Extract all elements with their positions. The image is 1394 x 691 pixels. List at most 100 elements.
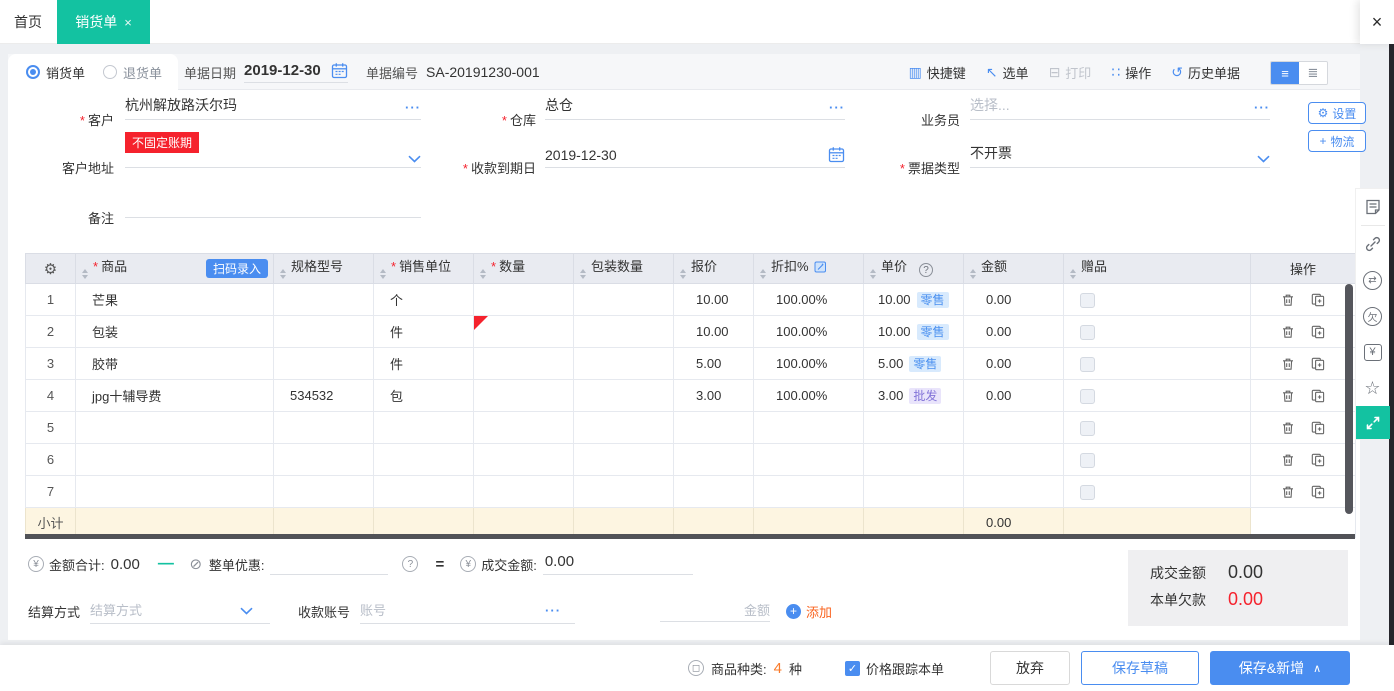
copy-row-icon[interactable] (1311, 389, 1325, 403)
star-icon[interactable]: ☆ (1356, 370, 1390, 406)
sort-icon[interactable] (870, 266, 876, 282)
col-header-qty[interactable]: *数量 (474, 254, 574, 284)
payment-amount-input[interactable] (660, 600, 770, 622)
cell-qty[interactable] (474, 284, 574, 316)
cell-price[interactable] (864, 476, 964, 508)
save-draft-button[interactable]: 保存草稿 (1081, 651, 1199, 685)
delete-row-icon[interactable] (1281, 325, 1295, 339)
cell-qty[interactable] (474, 316, 574, 348)
cell-pack-qty[interactable] (574, 444, 674, 476)
cell-amount[interactable] (964, 444, 1064, 476)
sort-icon[interactable] (580, 266, 586, 282)
gift-checkbox[interactable] (1080, 357, 1095, 372)
list-view-button[interactable]: ≡ (1271, 62, 1299, 84)
salesman-field[interactable]: 选择... ··· (970, 96, 1270, 120)
col-header-discount[interactable]: 折扣% (754, 254, 864, 284)
sort-icon[interactable] (380, 266, 386, 282)
cell-pack-qty[interactable] (574, 380, 674, 412)
gift-checkbox[interactable] (1080, 293, 1095, 308)
cell-pack-qty[interactable] (574, 476, 674, 508)
toolbar-action-shortcut-keys[interactable]: ▥快捷键 (909, 63, 966, 82)
cell-quote[interactable]: 10.00 (674, 284, 754, 316)
cell-price[interactable]: 5.00零售 (864, 348, 964, 380)
col-header-product[interactable]: *商品扫码录入 (76, 254, 274, 284)
sort-icon[interactable] (480, 266, 486, 282)
add-payment-button[interactable]: + 添加 (786, 602, 832, 621)
col-header-unit[interactable]: *销售单位 (374, 254, 474, 284)
cell-price[interactable] (864, 412, 964, 444)
toolbar-action-history-orders[interactable]: ↺历史单据 (1171, 63, 1240, 82)
col-header-price[interactable]: 单价? (864, 254, 964, 284)
salesman-picker-icon[interactable]: ··· (1254, 100, 1270, 115)
cell-product[interactable]: 包装 (76, 316, 274, 348)
cell-spec[interactable]: 534532 (274, 380, 374, 412)
cell-gift[interactable] (1064, 444, 1251, 476)
cell-gift[interactable] (1064, 316, 1251, 348)
cell-price[interactable] (864, 444, 964, 476)
cell-product[interactable]: 芒果 (76, 284, 274, 316)
cell-discount[interactable]: 100.00% (754, 380, 864, 412)
delete-row-icon[interactable] (1281, 485, 1295, 499)
account-picker-icon[interactable]: ··· (545, 603, 561, 618)
gift-checkbox[interactable] (1080, 453, 1095, 468)
money-icon[interactable]: ¥ (1356, 334, 1390, 370)
expand-fullscreen-button[interactable] (1356, 406, 1390, 439)
order-date-input[interactable]: 2019-12-30 (244, 62, 348, 83)
cell-amount[interactable]: 0.00 (964, 348, 1064, 380)
delete-row-icon[interactable] (1281, 357, 1295, 371)
sort-icon[interactable] (760, 266, 766, 282)
gift-checkbox[interactable] (1080, 325, 1095, 340)
price-type-tag[interactable]: 批发 (909, 388, 941, 404)
cell-discount[interactable]: 100.00% (754, 316, 864, 348)
radio-return-order[interactable]: 退货单 (103, 63, 162, 82)
col-header-pack-qty[interactable]: 包装数量 (574, 254, 674, 284)
cell-unit[interactable]: 件 (374, 348, 474, 380)
delete-row-icon[interactable] (1281, 453, 1295, 467)
cell-gift[interactable] (1064, 284, 1251, 316)
gift-checkbox[interactable] (1080, 421, 1095, 436)
save-and-new-button[interactable]: 保存&新增 ∧ (1210, 651, 1350, 685)
cell-amount[interactable]: 0.00 (964, 284, 1064, 316)
card-view-button[interactable]: ≣ (1299, 62, 1327, 84)
sort-icon[interactable] (1070, 266, 1076, 282)
cell-quote[interactable]: 5.00 (674, 348, 754, 380)
table-horizontal-scrollbar[interactable] (25, 534, 1355, 539)
calendar-icon[interactable] (331, 62, 348, 79)
cell-discount[interactable] (754, 476, 864, 508)
cell-price[interactable]: 10.00零售 (864, 316, 964, 348)
cell-spec[interactable] (274, 284, 374, 316)
cell-gift[interactable] (1064, 476, 1251, 508)
sort-icon[interactable] (280, 266, 286, 282)
cell-quote[interactable]: 3.00 (674, 380, 754, 412)
col-header-quote[interactable]: 报价 (674, 254, 754, 284)
cell-unit[interactable]: 个 (374, 284, 474, 316)
copy-row-icon[interactable] (1311, 325, 1325, 339)
cell-qty[interactable] (474, 444, 574, 476)
order-discount-input[interactable] (270, 553, 388, 575)
cell-qty[interactable] (474, 412, 574, 444)
cell-unit[interactable]: 件 (374, 316, 474, 348)
owe-icon[interactable]: 欠 (1356, 298, 1390, 334)
cell-amount[interactable]: 0.00 (964, 316, 1064, 348)
sort-icon[interactable] (82, 266, 88, 282)
cell-amount[interactable] (964, 476, 1064, 508)
cell-pack-qty[interactable] (574, 284, 674, 316)
scan-input-badge[interactable]: 扫码录入 (206, 259, 268, 278)
cell-product[interactable] (76, 444, 274, 476)
cell-spec[interactable] (274, 316, 374, 348)
settlement-method-field[interactable] (90, 598, 270, 624)
cell-qty[interactable] (474, 348, 574, 380)
warehouse-field[interactable]: 总仓 ··· (545, 96, 845, 120)
cell-pack-qty[interactable] (574, 316, 674, 348)
cell-unit[interactable] (374, 444, 474, 476)
customer-field[interactable]: 杭州解放路沃尔玛 ··· (125, 96, 421, 120)
cell-qty[interactable] (474, 380, 574, 412)
cell-amount[interactable] (964, 412, 1064, 444)
edit-icon[interactable] (814, 260, 827, 273)
cell-discount[interactable] (754, 444, 864, 476)
cell-quote[interactable]: 10.00 (674, 316, 754, 348)
delete-row-icon[interactable] (1281, 421, 1295, 435)
gift-checkbox[interactable] (1080, 389, 1095, 404)
cancel-button[interactable]: 放弃 (990, 651, 1070, 685)
tab-close-icon[interactable]: × (124, 15, 132, 30)
